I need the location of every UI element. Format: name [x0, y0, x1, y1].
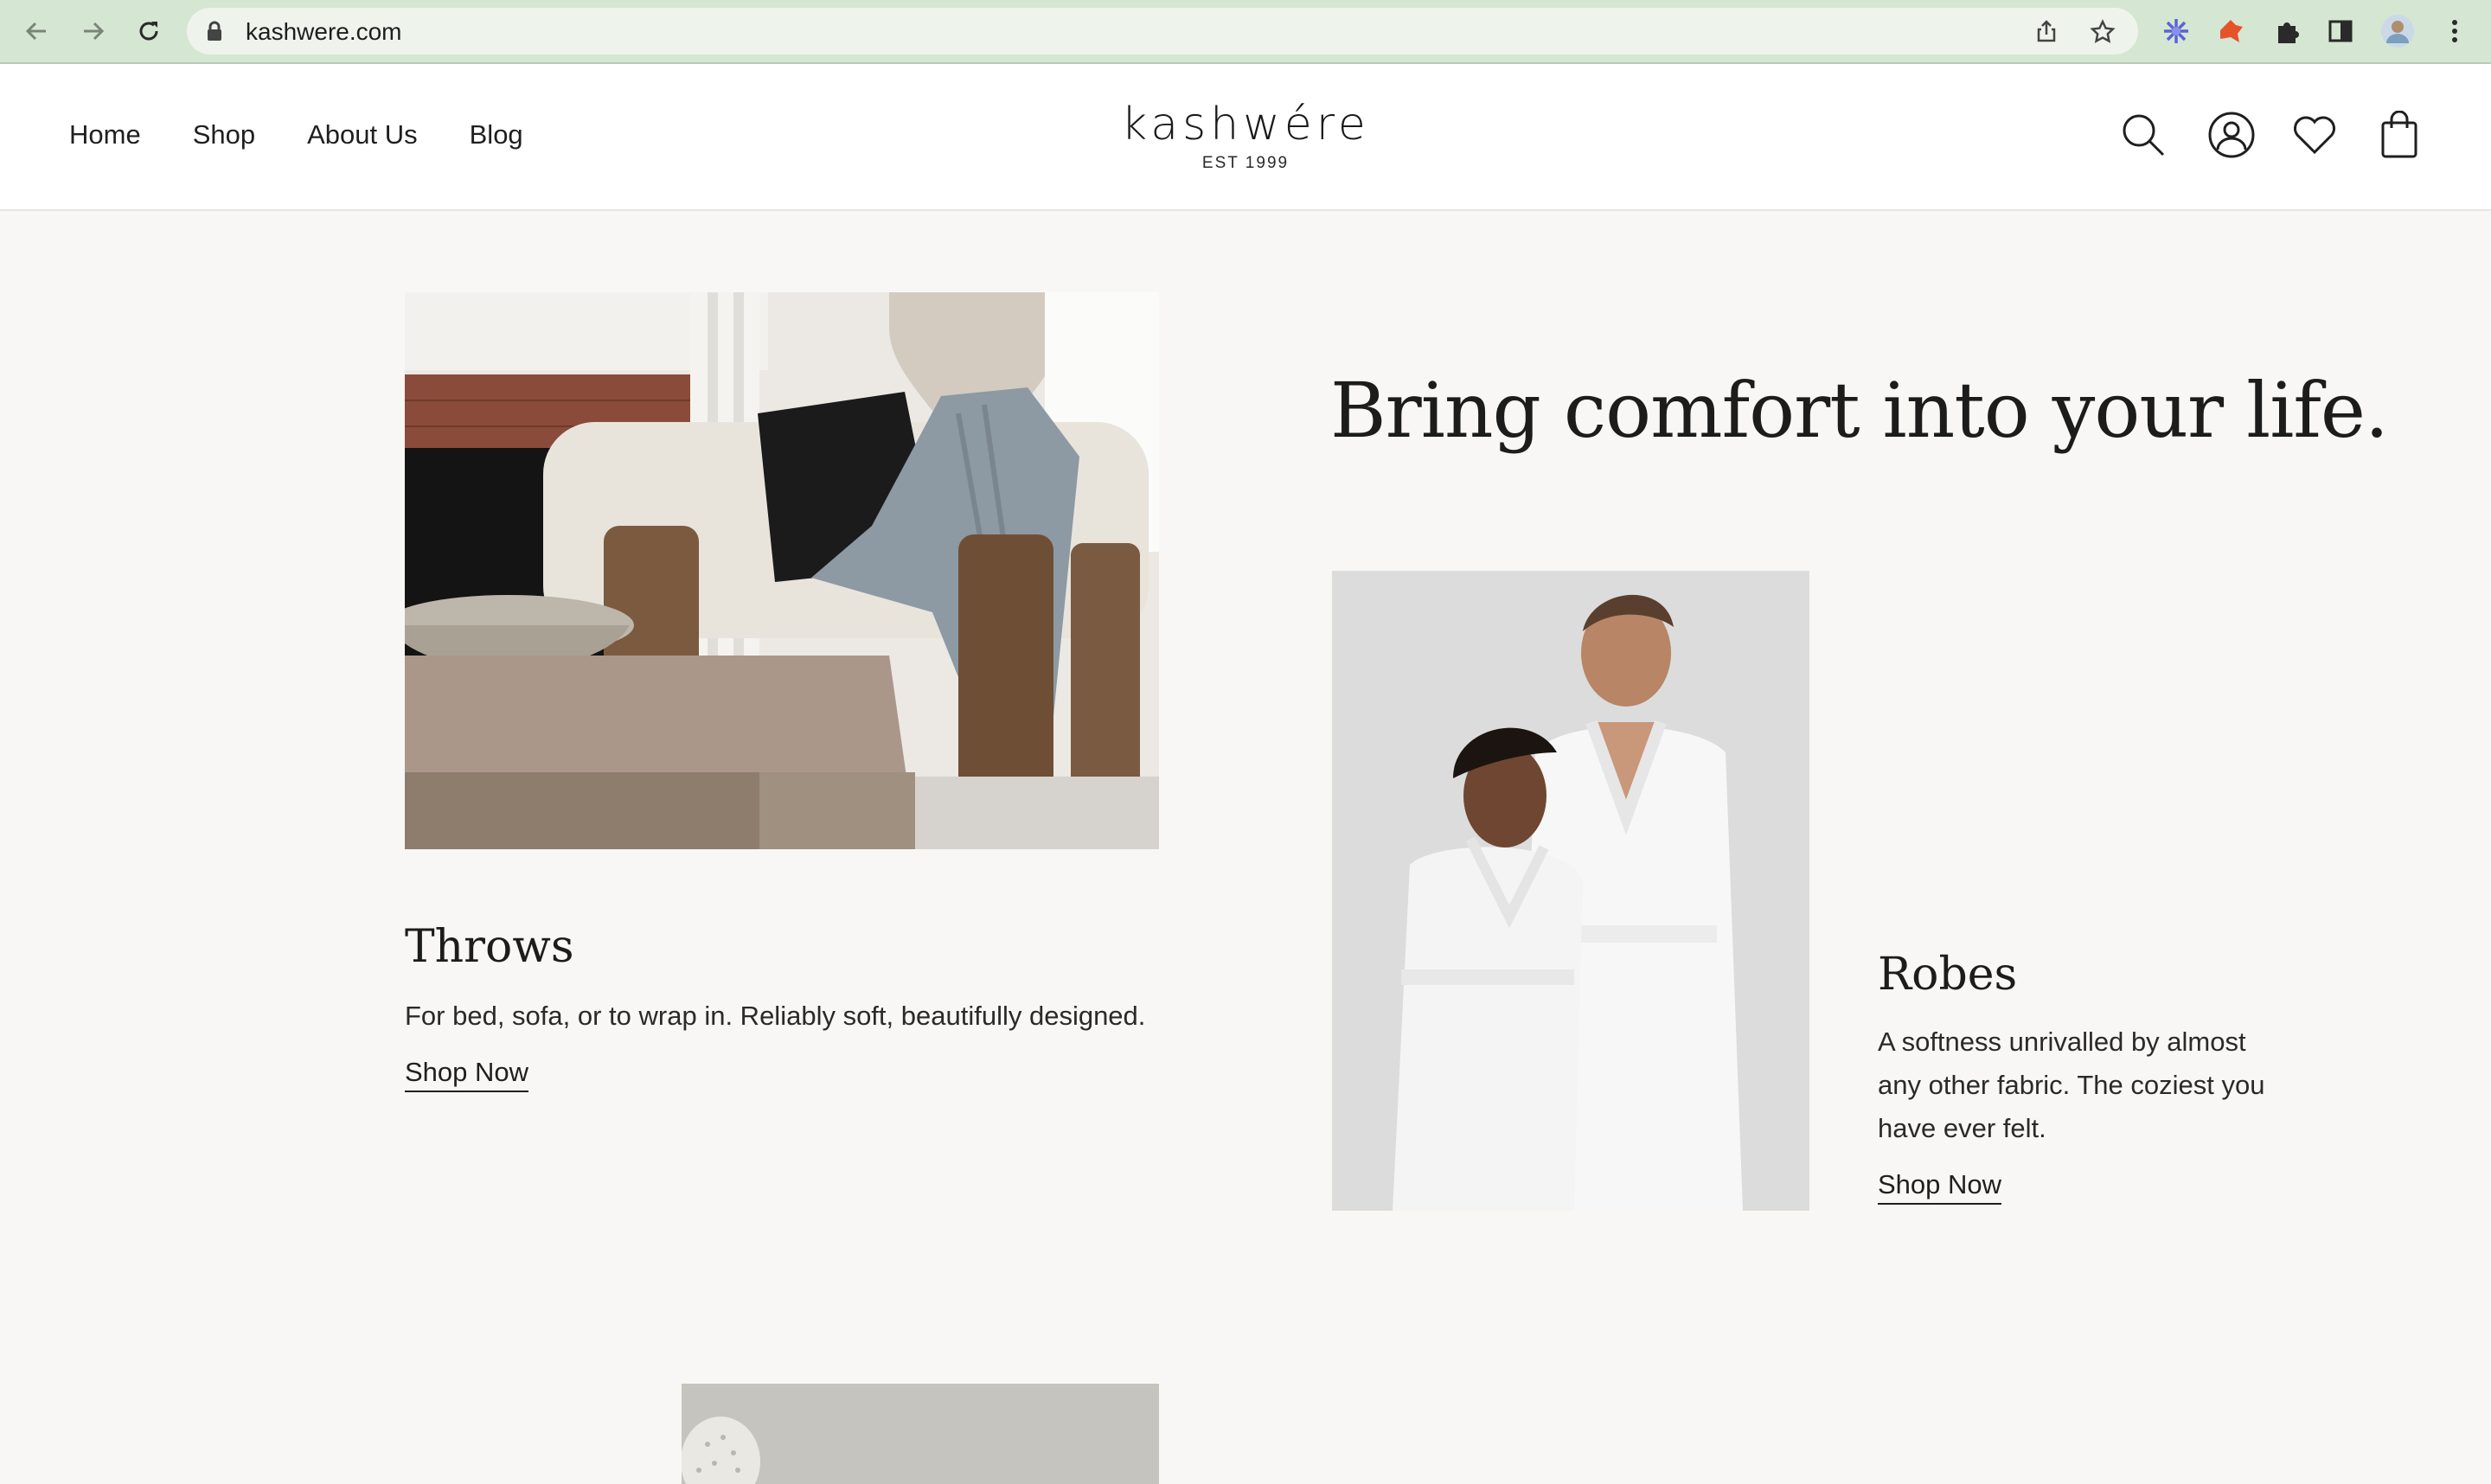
site-header: Home Shop About Us Blog kashwére EST 199…: [0, 64, 2491, 211]
robes-description: A softness unrivalled by almost any othe…: [1878, 1020, 2345, 1150]
lock-icon: [206, 21, 223, 45]
cart-bag-icon[interactable]: [2373, 109, 2425, 161]
nav-about-us[interactable]: About Us: [307, 119, 418, 150]
logo-established: EST 1999: [1201, 154, 1290, 172]
side-panel-icon[interactable]: [2323, 14, 2358, 48]
extension-red-icon[interactable]: [2214, 14, 2249, 48]
throws-image[interactable]: [405, 292, 1159, 849]
search-icon[interactable]: [2117, 109, 2169, 161]
site-logo[interactable]: kashwére EST 1999: [1090, 99, 1401, 173]
nav-home[interactable]: Home: [69, 119, 141, 150]
nav-shop[interactable]: Shop: [193, 119, 255, 150]
robes-shop-now-link[interactable]: Shop Now: [1878, 1169, 2002, 1205]
nav-blog[interactable]: Blog: [470, 119, 523, 150]
extensions-puzzle-icon[interactable]: [2270, 14, 2304, 48]
browser-menu-icon[interactable]: [2437, 14, 2472, 48]
bookmark-star-icon[interactable]: [2090, 19, 2116, 48]
robes-description-line: any other fabric. The coziest you: [1878, 1070, 2265, 1100]
robes-title: Robes: [1878, 949, 2018, 1001]
robes-image[interactable]: [1332, 571, 1809, 1211]
throws-title: Throws: [405, 921, 574, 973]
hero-headline: Bring comfort into your life.: [1330, 366, 2389, 455]
account-icon[interactable]: [2206, 109, 2257, 161]
throws-description: For bed, sofa, or to wrap in. Reliably s…: [405, 1001, 1146, 1031]
address-bar[interactable]: kashwere.com: [187, 8, 2138, 54]
robes-description-line: have ever felt.: [1878, 1113, 2046, 1143]
robes-description-line: A softness unrivalled by almost: [1878, 1027, 2246, 1057]
profile-avatar-icon[interactable]: [2380, 14, 2415, 48]
next-product-image[interactable]: [682, 1384, 1159, 1484]
forward-icon[interactable]: [76, 14, 111, 48]
main-nav: Home Shop About Us Blog: [69, 119, 575, 150]
logo-wordmark: kashwére: [1121, 99, 1370, 150]
wishlist-heart-icon[interactable]: [2289, 109, 2341, 161]
back-icon[interactable]: [19, 14, 54, 48]
url-text: kashwere.com: [246, 18, 402, 45]
extension-flower-icon[interactable]: [2159, 14, 2193, 48]
share-icon[interactable]: [2034, 19, 2059, 47]
throws-shop-now-link[interactable]: Shop Now: [405, 1057, 529, 1092]
reload-icon[interactable]: [131, 14, 166, 48]
browser-toolbar: kashwere.com: [0, 0, 2491, 64]
